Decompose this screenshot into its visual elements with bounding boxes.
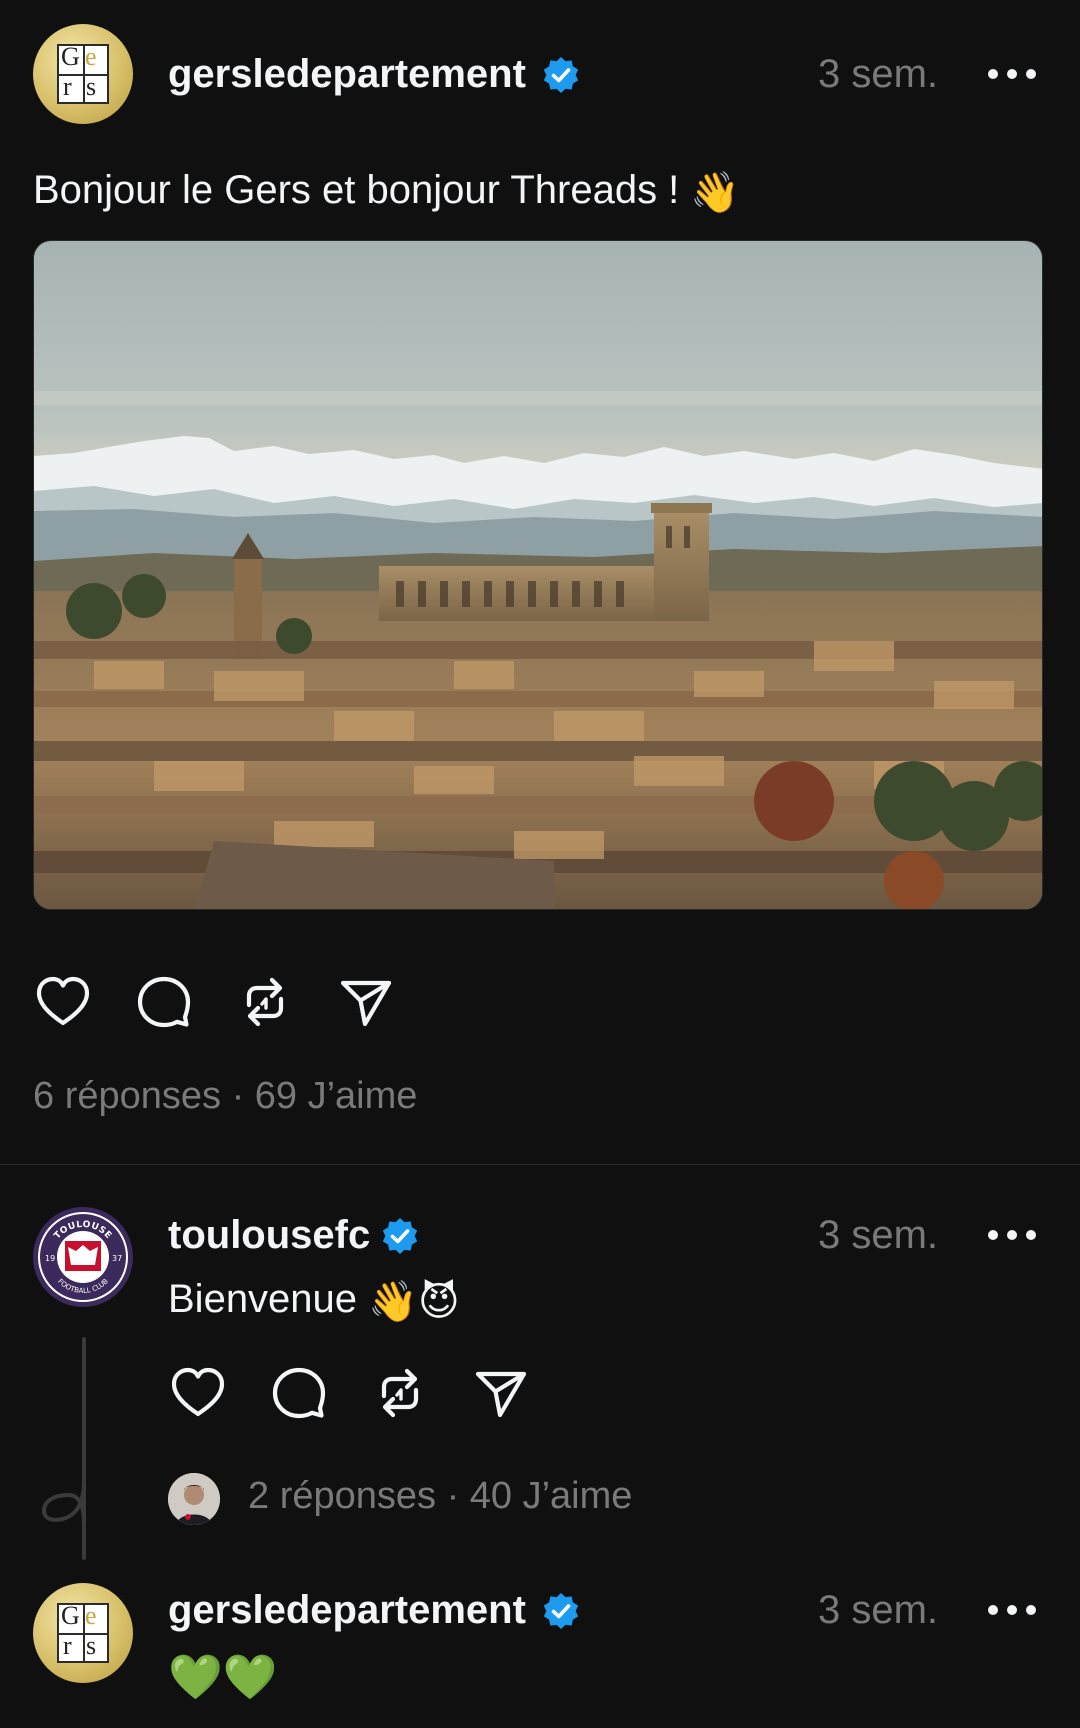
comment-icon[interactable] xyxy=(134,972,194,1032)
more-icon[interactable] xyxy=(988,1605,1036,1617)
thread-loop-icon xyxy=(41,1479,86,1530)
post-stats[interactable]: 6 réponses · 69 J’aime xyxy=(33,1075,417,1118)
avatar-letter: G xyxy=(61,1601,80,1630)
repost-icon[interactable] xyxy=(235,972,295,1032)
post-author-username[interactable]: gersledepartement xyxy=(168,52,526,97)
send-icon[interactable] xyxy=(336,972,396,1032)
post-text-content: Bonjour le Gers et bonjour Threads ! xyxy=(33,168,680,212)
post-image[interactable] xyxy=(33,240,1043,910)
reply-text: Bienvenue 👋😈 xyxy=(168,1277,460,1325)
reply-stats[interactable]: 2 réponses · 40 J’aime xyxy=(248,1475,632,1518)
waving-hand-emoji: 👋 xyxy=(690,170,741,215)
post-text: Bonjour le Gers et bonjour Threads ! 👋 xyxy=(33,168,740,216)
reply-action-bar xyxy=(168,1363,538,1423)
avatar-letter: G xyxy=(61,42,80,71)
avatar-letter: s xyxy=(86,1631,97,1660)
post-actions xyxy=(33,972,403,1032)
heart-icon[interactable] xyxy=(33,972,93,1032)
avatar-letter: r xyxy=(63,72,72,101)
avatar-letter: r xyxy=(63,1631,72,1660)
post-timestamp: 3 sem. xyxy=(818,52,939,96)
verified-badge-icon xyxy=(541,1591,581,1631)
nested-reply-emojis: 💚💚 xyxy=(168,1653,278,1702)
avatar[interactable]: TOULOUSE FOOTBALL CLUB 19 37 xyxy=(33,1207,133,1307)
verified-badge-icon xyxy=(380,1216,420,1256)
crest-year-right: 37 xyxy=(112,1254,122,1263)
more-icon[interactable] xyxy=(988,69,1036,81)
post-image-landscape xyxy=(34,241,1042,909)
avatar-letter: e xyxy=(85,1601,97,1630)
nested-reply-timestamp: 3 sem. xyxy=(818,1588,939,1632)
avatar[interactable]: G e r s xyxy=(33,1583,133,1683)
replier-avatar[interactable] xyxy=(168,1473,220,1525)
toulouse-fc-crest-icon: TOULOUSE FOOTBALL CLUB 19 37 xyxy=(34,1208,132,1306)
reply-post: TOULOUSE FOOTBALL CLUB 19 37 toulousefc … xyxy=(0,1165,1080,1565)
more-icon[interactable] xyxy=(988,1230,1036,1242)
avatar[interactable]: G e r s xyxy=(33,24,133,124)
repost-icon[interactable] xyxy=(370,1363,430,1423)
verified-badge-icon xyxy=(541,55,581,95)
avatar-letter: s xyxy=(86,72,97,101)
main-post: G e r s gersledepartement 3 sem. Bonjour… xyxy=(0,0,1080,1165)
nested-reply-author-username[interactable]: gersledepartement xyxy=(168,1588,526,1633)
reply-text-content: Bienvenue xyxy=(168,1277,358,1321)
nested-reply-post: G e r s gersledepartement 3 sem. 💚💚 xyxy=(0,1565,1080,1728)
comment-icon[interactable] xyxy=(269,1363,329,1423)
crest-year-left: 19 xyxy=(45,1254,55,1263)
avatar-letter: e xyxy=(85,42,97,71)
reply-emojis: 👋😈 xyxy=(368,1279,460,1324)
person-icon xyxy=(168,1473,220,1525)
reply-author-username[interactable]: toulousefc xyxy=(168,1213,370,1258)
heart-icon[interactable] xyxy=(168,1363,228,1423)
reply-timestamp: 3 sem. xyxy=(818,1213,939,1257)
send-icon[interactable] xyxy=(471,1363,531,1423)
